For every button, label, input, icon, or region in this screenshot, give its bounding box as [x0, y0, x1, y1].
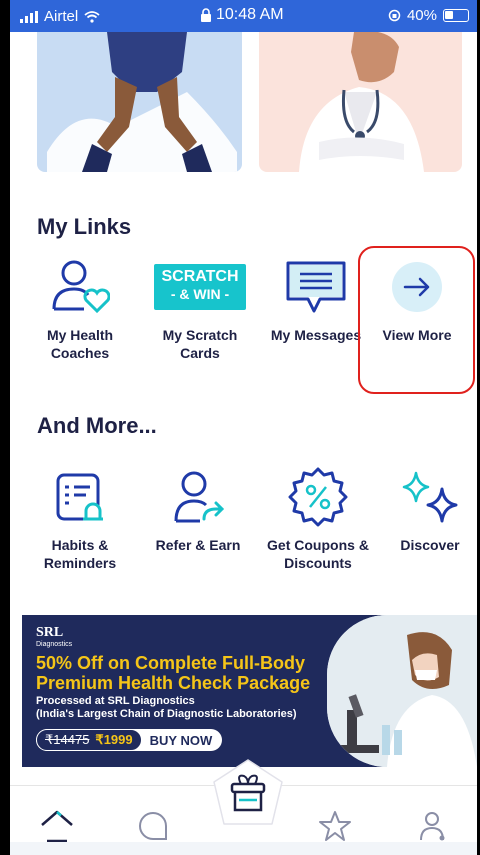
status-bar: Airtel 10:48 AM 40%: [10, 0, 477, 32]
my-links-title: My Links: [37, 214, 132, 239]
person-heart-icon: [30, 252, 130, 322]
doctor-banner[interactable]: [259, 32, 462, 172]
tile-label: Refer & Earn: [155, 537, 241, 553]
srl-logo: SRL Diagnostics: [36, 625, 72, 648]
srl-ad-banner[interactable]: SRL Diagnostics 50% Off on Complete Full…: [22, 615, 477, 767]
fitness-person-image: [47, 32, 237, 172]
my-scratch-cards-tile[interactable]: SCRATCH - & WIN - My Scratch Cards: [150, 252, 250, 362]
lab-scientist-image: [327, 615, 477, 767]
stars-icon[interactable]: [315, 806, 355, 846]
tile-label: My Messages: [270, 327, 362, 343]
habit-reminder-icon: [30, 462, 130, 532]
srl-brand: SRL: [36, 625, 64, 640]
ad-headline: 50% Off on Complete Full-Body Premium He…: [36, 653, 311, 693]
refer-earn-tile[interactable]: Refer & Earn: [148, 462, 248, 554]
orientation-lock-icon: [388, 9, 401, 22]
clock: 10:48 AM: [200, 6, 284, 24]
ad-subtext: Processed at SRL Diagnostics (India's La…: [36, 695, 366, 721]
my-messages-tile[interactable]: My Messages: [266, 252, 366, 344]
battery-percent: 40%: [406, 7, 437, 24]
buy-now-button[interactable]: ₹14475 ₹1999 BUY NOW: [36, 729, 223, 751]
signal-icon: [20, 10, 38, 23]
srl-brand-sub: Diagnostics: [36, 641, 73, 648]
new-price: ₹1999: [95, 732, 133, 747]
tile-label: My Health Coaches: [46, 327, 114, 361]
chat-icon[interactable]: [133, 806, 173, 846]
tile-label: My Scratch Cards: [162, 327, 238, 361]
my-health-coaches-tile[interactable]: My Health Coaches: [30, 252, 130, 362]
and-more-title: And More...: [37, 413, 157, 438]
coupons-discounts-tile[interactable]: Get Coupons & Discounts: [263, 462, 373, 572]
scratch-win-icon: SCRATCH - & WIN -: [150, 252, 250, 322]
tile-label: Discover: [400, 537, 460, 553]
scratch-badge-line2: - & WIN -: [170, 286, 230, 302]
tile-label: Get Coupons & Discounts: [267, 537, 369, 571]
habits-reminders-tile[interactable]: Habits & Reminders: [30, 462, 130, 572]
lock-icon: [201, 8, 211, 22]
home-icon[interactable]: [37, 806, 77, 846]
ad-subtext-line1: Processed at SRL Diagnostics: [36, 695, 195, 707]
ad-subtext-line2: (India's Largest Chain of Diagnostic Lab…: [36, 708, 297, 720]
discover-tile[interactable]: Discover: [380, 462, 477, 554]
scratch-badge-line1: SCRATCH: [161, 268, 239, 285]
refer-user-icon: [148, 462, 248, 532]
battery-icon: [443, 9, 469, 22]
coupon-percent-icon: [263, 462, 373, 532]
carrier-name: Airtel: [44, 8, 79, 25]
home-indicator-area: [10, 842, 477, 855]
sparkle-icon: [380, 462, 477, 532]
profile-icon[interactable]: [412, 806, 452, 846]
buy-now-label: BUY NOW: [149, 732, 213, 748]
carrier-indicator: Airtel: [20, 8, 100, 25]
wifi-icon: [84, 10, 100, 23]
price-tag: ₹14475 ₹1999: [36, 729, 142, 751]
time-text: 10:48 AM: [216, 6, 284, 23]
old-price: ₹14475: [45, 732, 90, 747]
message-icon: [266, 252, 366, 322]
gift-box-icon[interactable]: [210, 758, 286, 828]
tile-label: Habits & Reminders: [43, 537, 117, 571]
view-more-highlight: [358, 246, 475, 394]
app-screen: Airtel 10:48 AM 40% My Links My Health C…: [10, 0, 477, 855]
doctor-image: [299, 32, 424, 172]
battery-indicator: 40%: [388, 7, 469, 24]
fitness-banner[interactable]: [37, 32, 242, 172]
